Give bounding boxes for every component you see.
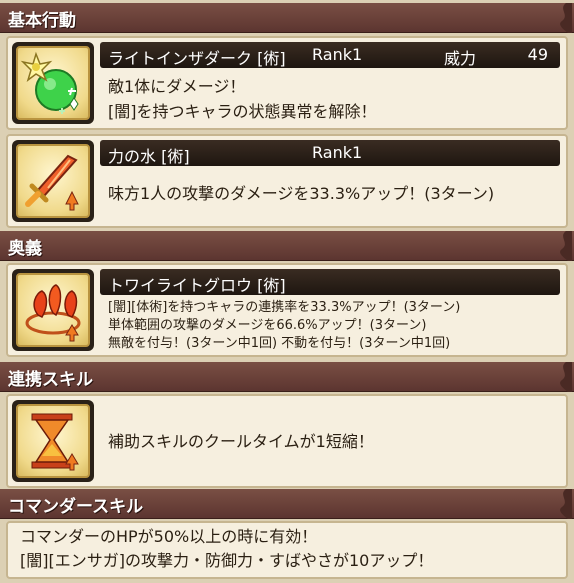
section-title-ougi: 奥義: [8, 239, 42, 259]
description-line: [闇][エンサガ]の攻撃力・防御力・すばやさが10アップ！: [20, 551, 434, 570]
skill-description: 補助スキルのクールタイムが1短縮！: [108, 430, 558, 454]
scroll-curl-icon: [560, 3, 572, 33]
scroll-curl-icon: [560, 362, 572, 392]
scroll-curl-icon: [560, 231, 572, 261]
skill-name-bar: ライトインザダーク [術] Rank1 威力 49: [100, 42, 560, 68]
skill-icon-frame: [12, 269, 94, 351]
power-label: 威力: [444, 49, 477, 68]
skill-card-twilight-glow[interactable]: トワイライトグロウ [術] [闇][体術]を持つキャラの連携率を33.3%アップ…: [6, 263, 568, 357]
skill-description: 敵1体にダメージ！ [闇]を持つキャラの状態異常を解除！: [108, 74, 558, 124]
description-line: 味方1人の攻撃のダメージを33.3%アップ！(3ターン): [108, 184, 495, 203]
section-header-basic: 基本行動: [0, 3, 574, 33]
skill-card-power-water[interactable]: 力の水 [術] Rank1 味方1人の攻撃のダメージを33.3%アップ！(3ター…: [6, 134, 568, 228]
skill-name-bar: トワイライトグロウ [術]: [100, 269, 560, 295]
skill-icon-frame: [12, 400, 94, 482]
section-title-basic: 基本行動: [8, 11, 76, 31]
triple-flame-icon: [25, 284, 81, 342]
description-line: コマンダーのHPが50%以上の時に有効！: [20, 527, 318, 546]
description-line: 敵1体にダメージ！: [108, 77, 246, 96]
description-line: [闇][体術]を持つキャラの連携率を33.3%アップ！(3ターン): [108, 300, 461, 315]
skill-name-bar: 力の水 [術] Rank1: [100, 140, 560, 166]
skill-description: [闇][体術]を持つキャラの連携率を33.3%アップ！(3ターン) 単体範囲の攻…: [108, 299, 558, 353]
scroll-curl-icon: [560, 489, 572, 519]
section-title-commander: コマンダースキル: [8, 497, 144, 517]
sword-up-arrow-icon: [25, 154, 79, 211]
skill-description: 味方1人の攻撃のダメージを33.3%アップ！(3ターン): [108, 182, 558, 206]
description-line: 補助スキルのクールタイムが1短縮！: [108, 432, 374, 451]
skill-rank: Rank1: [312, 143, 363, 162]
skill-rank: Rank1: [312, 45, 363, 64]
skill-icon-frame: [12, 42, 94, 124]
description-line: [闇]を持つキャラの状態異常を解除！: [108, 102, 377, 121]
skill-name: ライトインザダーク [術]: [108, 49, 286, 68]
power-value: 49: [527, 45, 548, 64]
skill-icon-frame: [12, 140, 94, 222]
section-header-combo: 連携スキル: [0, 362, 574, 392]
skill-detail-panel: 基本行動 ライトインザダーク [術] Rank1 威力 49 敵1体にダメージ！…: [0, 0, 574, 583]
section-header-commander: コマンダースキル: [0, 489, 574, 519]
green-orb-sparkle-icon: [20, 51, 79, 114]
hourglass-up-arrow-icon: [31, 413, 79, 471]
skill-name: トワイライトグロウ [術]: [108, 276, 286, 295]
skill-name: 力の水 [術]: [108, 147, 190, 166]
skill-card-light-in-the-dark[interactable]: ライトインザダーク [術] Rank1 威力 49 敵1体にダメージ！ [闇]を…: [6, 36, 568, 130]
commander-skill-card: コマンダーのHPが50%以上の時に有効！ [闇][エンサガ]の攻撃力・防御力・す…: [6, 521, 568, 579]
description-line: 無敵を付与！(3ターン中1回) 不動を付与！(3ターン中1回): [108, 336, 451, 351]
section-header-ougi: 奥義: [0, 231, 574, 261]
skill-card-combo[interactable]: 補助スキルのクールタイムが1短縮！: [6, 394, 568, 488]
section-title-combo: 連携スキル: [8, 370, 93, 390]
description-line: 単体範囲の攻撃のダメージを66.6%アップ！(3ターン): [108, 318, 427, 333]
